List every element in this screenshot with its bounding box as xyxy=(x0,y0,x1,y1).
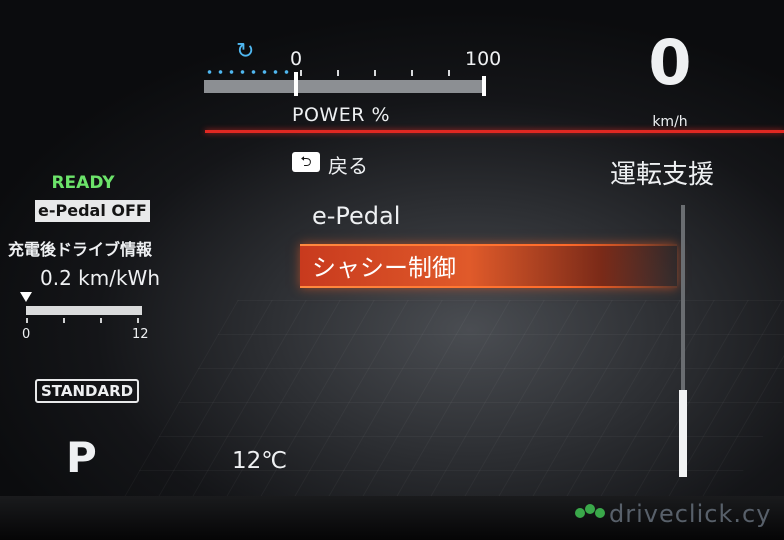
charge-info-label: 充電後ドライブ情報 xyxy=(8,240,153,259)
regen-scale-dots xyxy=(204,68,292,76)
menu-item-epedal[interactable]: e-Pedal xyxy=(312,202,400,230)
outside-temperature: 12℃ xyxy=(232,448,288,474)
header-divider xyxy=(205,130,784,133)
back-arrow-icon[interactable]: ⮌ xyxy=(292,152,320,172)
power-min-label: 0 xyxy=(290,48,303,70)
menu-title: 運転支援 xyxy=(610,160,715,190)
regen-arrows-icon: ↻ xyxy=(236,39,255,64)
power-gauge-needle xyxy=(294,72,298,96)
power-max-label: 100 xyxy=(465,48,502,70)
power-gauge-end-mark xyxy=(482,76,486,96)
speed-unit: km/h xyxy=(652,114,688,130)
cluster-display: ↻ 0 100 POWER % 0 km/h ⮌ 戻る 運転支援 e-Pedal… xyxy=(0,0,784,540)
efficiency-scale-max: 12 xyxy=(132,327,149,342)
ready-indicator: READY xyxy=(51,173,115,193)
menu-scrollbar-thumb[interactable] xyxy=(679,390,687,477)
power-scale-ticks xyxy=(300,70,484,76)
menu-item-chassis-control[interactable]: シャシー制御 xyxy=(312,248,456,283)
drive-mode-badge: STANDARD xyxy=(35,379,140,403)
efficiency-marker-icon xyxy=(20,292,32,302)
power-label: POWER % xyxy=(292,104,390,126)
epedal-status-badge: e-Pedal OFF xyxy=(35,200,150,222)
efficiency-scale-min: 0 xyxy=(22,327,31,342)
efficiency-value: 0.2 km/kWh xyxy=(40,266,160,290)
watermark-text: driveclick.cy xyxy=(609,500,772,528)
speed-value: 0 xyxy=(648,26,692,99)
gear-indicator: P xyxy=(66,433,97,482)
back-button[interactable]: 戻る xyxy=(328,150,368,179)
watermark-logo-icon xyxy=(575,504,605,518)
efficiency-scale-bar xyxy=(26,306,142,315)
efficiency-scale-ticks xyxy=(26,318,142,323)
power-gauge-bar xyxy=(204,80,486,93)
